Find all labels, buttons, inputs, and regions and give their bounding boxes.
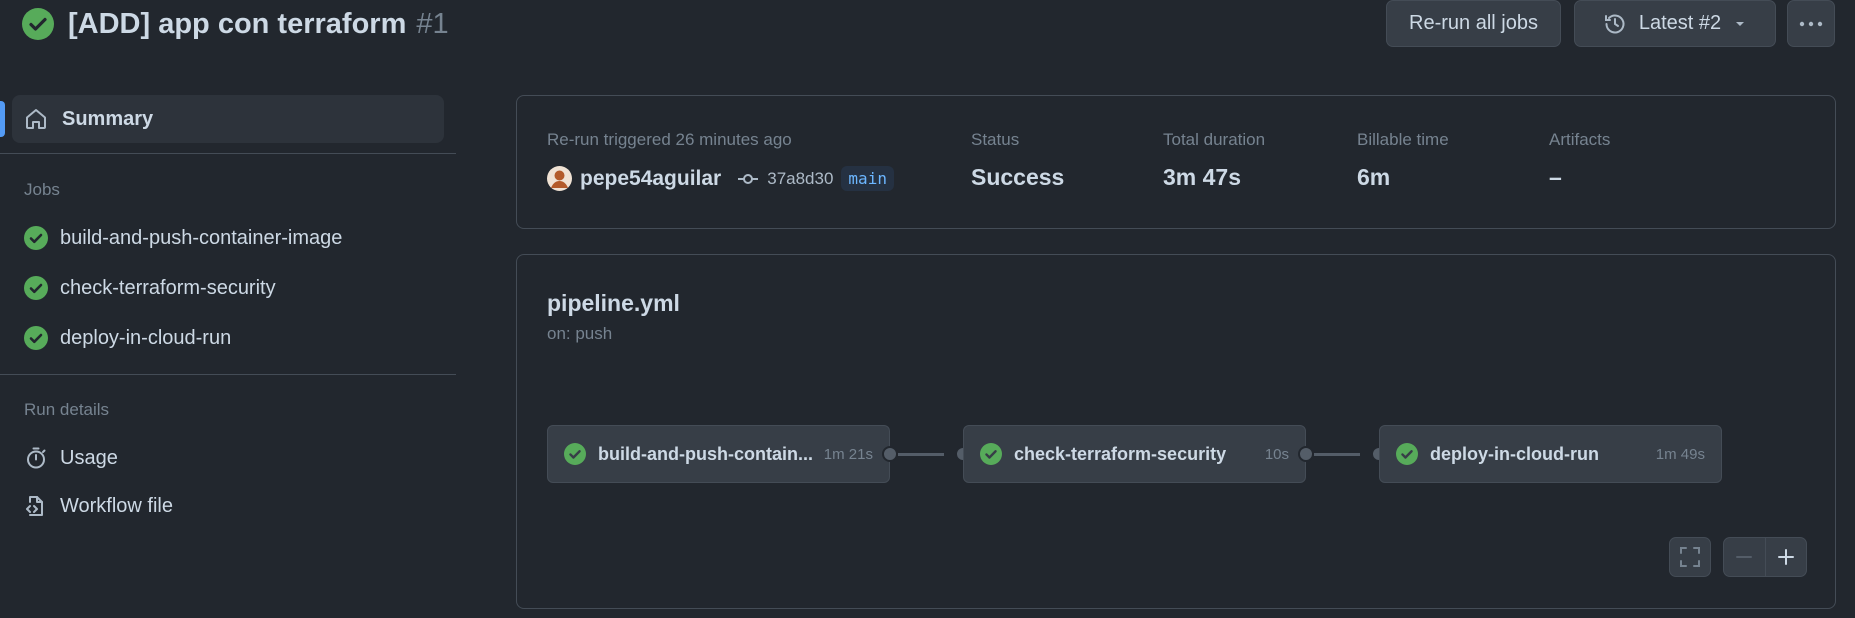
graph-job-check[interactable]: check-terraform-security 10s	[963, 425, 1306, 483]
status-value: Success	[971, 164, 1065, 190]
duration-value: 3m 47s	[1163, 164, 1242, 190]
sidebar-job-deploy[interactable]: deploy-in-cloud-run	[24, 326, 231, 350]
graph-connector-line	[898, 453, 944, 456]
duration-label: Total duration	[1163, 130, 1266, 149]
sidebar-job-build[interactable]: build-and-push-container-image	[24, 226, 342, 250]
sidebar-divider	[0, 153, 456, 154]
sidebar-job-label: build-and-push-container-image	[60, 226, 343, 249]
graph-job-deploy[interactable]: deploy-in-cloud-run 1m 49s	[1379, 425, 1722, 483]
workflow-file-name[interactable]: pipeline.yml	[547, 290, 680, 317]
success-check-icon	[564, 443, 586, 465]
artifacts-value: –	[1549, 164, 1562, 190]
workflow-file-label: Workflow file	[60, 494, 173, 517]
jobs-heading: Jobs	[24, 180, 60, 199]
zoom-out-button[interactable]	[1724, 538, 1765, 576]
plus-icon	[1777, 548, 1795, 566]
sidebar-summary-label: Summary	[62, 107, 154, 130]
run-details-heading: Run details	[24, 400, 110, 419]
graph-connector-dot	[1298, 446, 1314, 462]
graph-job-name: check-terraform-security	[1014, 443, 1227, 464]
kebab-horizontal-icon	[1799, 21, 1823, 27]
graph-connector-dot	[882, 446, 898, 462]
graph-job-duration: 10s	[1264, 445, 1289, 463]
trigger-details: pepe54aguilar 37a8d30 main	[547, 166, 894, 191]
sidebar-item-workflow-file[interactable]: Workflow file	[24, 494, 173, 518]
sidebar-job-label: check-terraform-security	[60, 276, 276, 299]
branch-label[interactable]: main	[841, 166, 894, 191]
rerun-all-jobs-button[interactable]: Re-run all jobs	[1386, 0, 1561, 47]
success-check-icon	[24, 226, 48, 250]
stopwatch-icon	[24, 446, 48, 470]
caret-down-icon	[1733, 17, 1747, 31]
run-number: #1	[416, 7, 449, 40]
active-indicator	[0, 101, 5, 137]
page-title: [ADD] app con terraform #1	[68, 8, 449, 41]
success-check-icon	[22, 8, 54, 40]
avatar[interactable]	[547, 166, 572, 191]
commit-sha-link[interactable]: 37a8d30	[767, 169, 833, 189]
billable-value: 6m	[1357, 164, 1391, 190]
usage-label: Usage	[60, 446, 118, 469]
artifacts-label: Artifacts	[1549, 130, 1611, 149]
sidebar-job-label: deploy-in-cloud-run	[60, 326, 232, 349]
run-summary-card: Re-run triggered 26 minutes ago pepe54ag…	[516, 95, 1836, 229]
attempt-select-button[interactable]: Latest #2	[1574, 0, 1776, 47]
graph-job-duration: 1m 49s	[1655, 445, 1705, 463]
success-check-icon	[1396, 443, 1418, 465]
graph-job-name: deploy-in-cloud-run	[1430, 443, 1599, 464]
zoom-controls	[1723, 537, 1807, 577]
success-check-icon	[980, 443, 1002, 465]
sidebar-item-usage[interactable]: Usage	[24, 446, 118, 470]
attempt-label: Latest #2	[1638, 12, 1722, 34]
success-check-icon	[24, 326, 48, 350]
zoom-in-button[interactable]	[1765, 538, 1806, 576]
sidebar-job-check[interactable]: check-terraform-security	[24, 276, 276, 300]
graph-job-duration: 1m 21s	[823, 445, 873, 463]
run-title-row: [ADD] app con terraform #1	[22, 4, 449, 44]
history-icon	[1603, 12, 1627, 36]
file-code-icon	[24, 494, 48, 518]
sidebar-item-summary[interactable]: Summary	[12, 95, 444, 143]
git-commit-icon	[737, 172, 759, 186]
sidebar-divider	[0, 374, 456, 375]
fullscreen-button[interactable]	[1669, 537, 1711, 577]
home-icon	[24, 107, 48, 131]
rerun-button-label: Re-run all jobs	[1409, 12, 1538, 34]
more-options-button[interactable]	[1787, 0, 1835, 47]
success-check-icon	[24, 276, 48, 300]
actor-link[interactable]: pepe54aguilar	[580, 167, 721, 191]
billable-label: Billable time	[1357, 130, 1449, 149]
workflow-trigger: on: push	[547, 324, 613, 343]
status-label: Status	[971, 130, 1020, 149]
trigger-text: Re-run triggered 26 minutes ago	[547, 130, 792, 149]
minus-icon	[1735, 548, 1753, 566]
run-title-text: [ADD] app con terraform	[68, 7, 407, 40]
fullscreen-icon	[1679, 546, 1701, 568]
graph-job-build[interactable]: build-and-push-contain... 1m 21s	[547, 425, 890, 483]
workflow-graph-card: pipeline.yml on: push build-and-push-con…	[516, 254, 1836, 609]
graph-job-name: build-and-push-contain...	[598, 443, 813, 464]
graph-connector-line	[1314, 453, 1360, 456]
